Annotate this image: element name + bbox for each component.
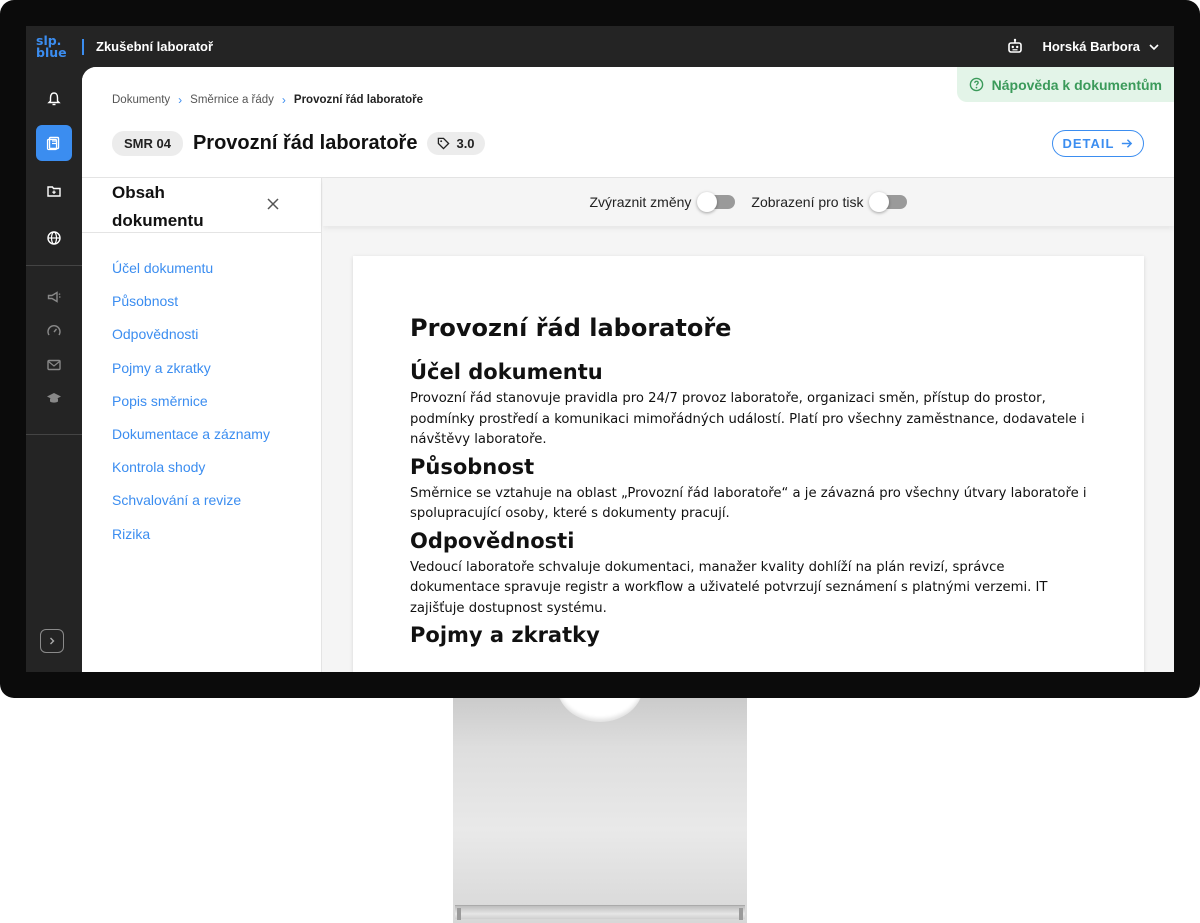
page-header: Dokumenty › Směrnice a řády › Provozní ř… [82,67,1174,178]
gauge-icon[interactable] [36,313,72,349]
breadcrumb-separator-icon: › [178,93,183,107]
detail-label: DETAIL [1062,136,1115,151]
breadcrumb-item-documents[interactable]: Dokumenty [112,94,170,106]
toc-list: Účel dokumentu Působnost Odpovědnosti Po… [112,258,270,557]
toc-item[interactable]: Pojmy a zkratky [112,358,270,391]
version-badge: 3.0 [427,132,485,155]
user-menu[interactable]: Horská Barbora [1042,39,1140,54]
folder-icon[interactable] [36,173,72,209]
toc-title: Obsah dokumentu [112,183,204,230]
toc-item[interactable]: Rizika [112,524,270,557]
toc-item[interactable]: Dokumentace a záznamy [112,424,270,457]
help-label: Nápověda k dokumentům [991,76,1162,93]
help-button[interactable]: Nápověda k dokumentům [956,67,1174,102]
section-heading: Odpovědnosti [410,528,575,553]
version-number: 3.0 [456,136,475,151]
toggle-knob [869,192,890,212]
screen: slp. blue Zkušební laboratoř Horská Barb… [26,26,1174,672]
main-panel: Dokumenty › Směrnice a řády › Provozní ř… [82,67,1174,672]
table-of-contents: Obsah dokumentu Účel dokumentu Působnost… [82,178,322,672]
section-heading: Pojmy a zkratky [410,623,600,647]
nav-rail [26,67,82,672]
document-heading: Provozní řád laboratoře [410,314,732,342]
monitor-stand-foot [455,905,745,920]
section-heading: Působnost [410,454,535,479]
document-title-row: SMR 04 Provozní řád laboratoře 3.0 [112,131,485,156]
toc-item[interactable]: Působnost [112,291,270,324]
top-bar: slp. blue Zkušební laboratoř Horská Barb… [26,26,1174,67]
section-text: Provozní řád stanovuje pravidla pro 24/7… [410,391,1085,447]
question-circle-icon [969,77,983,92]
expand-sidebar-button[interactable] [40,629,64,653]
highlight-changes-toggle-group: Zvýraznit změny [589,192,736,212]
print-view-toggle[interactable] [869,192,908,212]
highlight-changes-label: Zvýraznit změny [589,194,692,210]
chevron-down-icon[interactable] [1148,41,1160,53]
mail-icon[interactable] [36,347,72,383]
robot-assistant-icon[interactable] [1006,38,1024,56]
section-text: Směrnice se vztahuje na oblast „Provozní… [410,485,1087,522]
monitor-bezel: slp. blue Zkušební laboratoř Horská Barb… [0,0,1200,698]
documents-icon[interactable] [36,125,72,161]
breadcrumb-item-directives[interactable]: Směrnice a řády [190,94,274,106]
toc-item[interactable]: Účel dokumentu [112,258,270,291]
rail-divider [26,434,82,435]
highlight-changes-toggle[interactable] [697,192,736,212]
toc-item[interactable]: Schvalování a revize [112,490,270,523]
breadcrumb: Dokumenty › Směrnice a řády › Provozní ř… [112,93,423,107]
globe-icon[interactable] [36,220,72,256]
section-heading: Účel dokumentu [410,360,603,384]
logo-divider [82,38,84,55]
toc-header: Obsah dokumentu [82,178,322,233]
monitor-stand [453,690,747,923]
document-code-badge: SMR 04 [112,131,183,156]
graduation-cap-icon[interactable] [36,380,72,416]
section-text: Vedoucí laboratoře schvaluje dokumentaci… [410,559,1048,616]
toc-item[interactable]: Popis směrnice [112,391,270,424]
notifications-bell-icon[interactable] [36,81,72,117]
app-logo[interactable]: slp. blue [26,34,82,59]
breadcrumb-current: Provozní řád laboratoře [293,94,423,106]
document-page: Provozní řád laboratoře Účel dokumentu P… [353,256,1144,672]
tag-icon [438,137,450,150]
arrow-right-icon [1122,139,1133,148]
document-title: Provozní řád laboratoře [192,132,418,154]
app-title: Zkušební laboratoř [96,39,214,54]
print-view-toggle-group: Zobrazení pro tisk [751,192,908,212]
toc-item[interactable]: Odpovědnosti [112,324,270,357]
close-icon[interactable] [266,197,280,211]
breadcrumb-separator-icon: › [281,93,286,107]
print-view-label: Zobrazení pro tisk [751,194,864,210]
toc-item[interactable]: Kontrola shody [112,457,270,490]
chevron-right-icon [50,637,55,645]
detail-button[interactable]: DETAIL [1052,130,1144,157]
rail-divider [26,265,82,266]
megaphone-icon[interactable] [36,279,72,315]
toggle-knob [697,192,718,212]
document-toolbar: Zvýraznit změny Zobrazení pro tisk [323,178,1174,226]
